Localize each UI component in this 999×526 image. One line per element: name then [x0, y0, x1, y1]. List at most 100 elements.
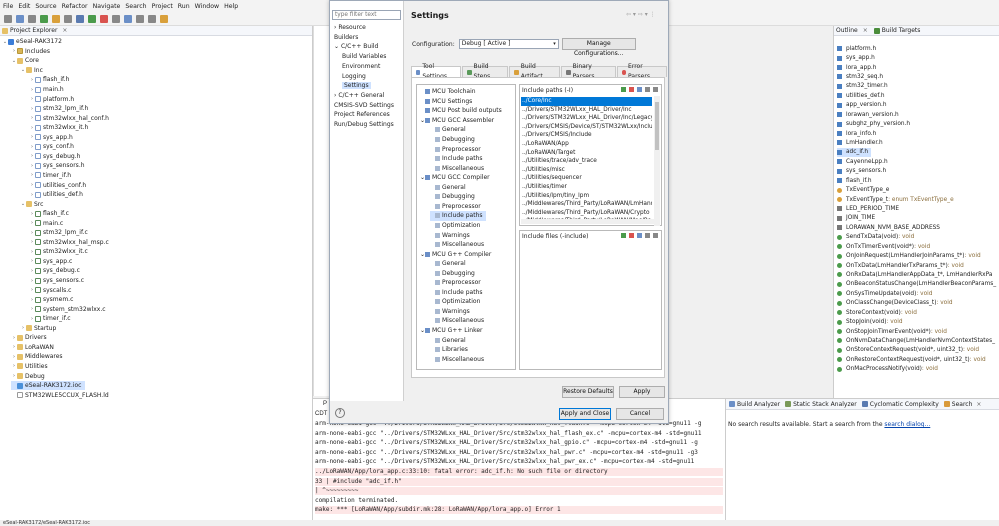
tree-item[interactable]: ⌄ Inc — [20, 66, 43, 76]
move-up-icon[interactable] — [645, 87, 650, 92]
tool-option-item[interactable]: ⌄ MCU G++ Compiler — [420, 249, 491, 259]
outline-item[interactable]: JOIN_TIME — [837, 214, 875, 223]
tree-item[interactable]: › sysmem.c — [29, 295, 73, 305]
tool-option-item[interactable]: Include paths — [430, 288, 483, 298]
tree-item[interactable]: › sys_debug.h — [29, 152, 80, 162]
chevron-down-icon[interactable]: ⌄ — [334, 43, 341, 50]
nav-item-run-debug-settings[interactable]: Run/Debug Settings — [334, 121, 394, 128]
tool-option-item[interactable]: General — [430, 335, 466, 345]
menu-help[interactable]: Help — [224, 3, 238, 10]
outline-item[interactable]: StopJoin(void) : void — [837, 317, 903, 326]
outline-item[interactable]: OnBeaconStatusChange(LmHandlerBeaconPara… — [837, 280, 996, 289]
tool-option-item[interactable]: Debugging — [430, 135, 475, 145]
outline-item[interactable]: flash_if.h — [837, 176, 872, 185]
tree-item[interactable]: › utilities_conf.h — [29, 180, 86, 190]
move-down-icon[interactable] — [653, 87, 658, 92]
tree-item[interactable]: › sys_app.c — [29, 257, 72, 267]
tool-option-item[interactable]: Miscellaneous — [430, 163, 484, 173]
tree-item[interactable]: › syscalls.c — [29, 285, 71, 295]
tool-option-item[interactable]: Miscellaneous — [430, 354, 484, 364]
outline-item[interactable]: StoreContext(void) : void — [837, 308, 917, 317]
outline-item[interactable]: utilities_def.h — [837, 91, 885, 100]
tree-item[interactable]: › flash_if.h — [29, 75, 69, 85]
tab-binary-parsers[interactable]: Binary Parsers — [561, 63, 616, 80]
nav-item-build-variables[interactable]: Build Variables — [342, 53, 386, 60]
tab-search[interactable]: Search — [952, 401, 973, 408]
tool-option-item[interactable]: Warnings — [430, 307, 470, 317]
nav-item-project-references[interactable]: Project References — [334, 111, 390, 118]
tree-item[interactable]: › stm32wlxx_it.h — [29, 123, 88, 133]
tool-option-item[interactable]: ⌄ MCU GCC Assembler — [420, 116, 494, 126]
console-tab[interactable]: P — [323, 400, 327, 408]
tree-item[interactable]: › Includes — [11, 47, 50, 57]
menu-window[interactable]: Window — [195, 3, 219, 10]
tool-option-item[interactable]: Libraries — [430, 345, 468, 355]
tree-item[interactable]: › stm32wlxx_it.c — [29, 247, 88, 257]
outline-item[interactable]: CayenneLpp.h — [837, 157, 888, 166]
tool-option-item[interactable]: Preprocessor — [430, 202, 481, 212]
include-path-item[interactable]: ../Drivers/STM32WLxx_HAL_Driver/Inc/Lega… — [521, 114, 652, 123]
tool-option-item[interactable]: Miscellaneous — [430, 240, 484, 250]
toolbar-button[interactable] — [148, 15, 156, 23]
include-path-item[interactable]: ../Utilities/lpm/tiny_lpm — [521, 192, 652, 201]
toolbar-button[interactable] — [160, 15, 168, 23]
nav-item-cmsis-svd-settings[interactable]: CMSIS-SVD Settings — [334, 102, 394, 109]
outline-item[interactable]: OnJoinRequest(LmHandlerJoinParams_t*) : … — [837, 251, 981, 260]
outline-item[interactable]: LmHandler.h — [837, 138, 883, 147]
outline-item[interactable]: SendTxData(void) : void — [837, 233, 914, 242]
outline-item[interactable]: OnRxData(LmHandlerAppData_t*, LmHandlerR… — [837, 270, 992, 279]
include-path-item[interactable]: ../Utilities/misc — [521, 166, 652, 175]
tree-item[interactable]: ⌄ Core — [11, 56, 39, 66]
tool-option-item[interactable]: Warnings — [430, 230, 470, 240]
tree-item[interactable]: › stm32wlxx_hal_msp.c — [29, 238, 109, 248]
tree-item[interactable]: › flash_if.c — [29, 209, 69, 219]
outline-item[interactable]: TxEventType_t : enum TxEventType_e — [837, 195, 954, 204]
tree-item[interactable]: › sys_sensors.c — [29, 276, 84, 286]
tree-item[interactable]: ⌄ eSeal-RAK3172 — [2, 37, 62, 47]
nav-item-environment[interactable]: Environment — [342, 63, 380, 70]
outline-item[interactable]: OnTxData(LmHandlerTxParams_t*) : void — [837, 261, 964, 270]
toolbar-button[interactable] — [4, 15, 12, 23]
scrollbar-thumb[interactable] — [655, 102, 659, 150]
nav-item-resource[interactable]: › Resource — [334, 24, 366, 31]
apply-and-close-button[interactable]: Apply and Close — [559, 408, 611, 420]
tab-cyclomatic-complexity[interactable]: Cyclomatic Complexity — [870, 401, 939, 408]
tab-outline[interactable]: Outline — [836, 27, 858, 34]
add-icon[interactable] — [621, 233, 626, 238]
tool-option-item[interactable]: Include paths — [430, 154, 483, 164]
outline-item[interactable]: OnRestoreContextRequest(void*, uint32_t)… — [837, 355, 986, 364]
outline-item[interactable]: lora_info.h — [837, 129, 876, 138]
edit-icon[interactable] — [637, 87, 642, 92]
tool-option-item[interactable]: General — [430, 125, 466, 135]
nav-item-c-c-general[interactable]: › C/C++ General — [334, 92, 384, 99]
nav-arrows-icon[interactable]: ⇦ ▾ ⇨ ▾ ⋮ — [626, 11, 656, 18]
toolbar-button[interactable] — [100, 15, 108, 23]
tree-item[interactable]: › utilities_def.h — [29, 190, 83, 200]
tool-option-item[interactable]: Preprocessor — [430, 278, 481, 288]
toolbar-button[interactable] — [16, 15, 24, 23]
tab-error-parsers[interactable]: Error Parsers — [616, 63, 667, 80]
menu-file[interactable]: File — [3, 3, 13, 10]
tool-option-item[interactable]: Debugging — [430, 192, 475, 202]
outline-item[interactable]: OnMacProcessNotify(void) : void — [837, 365, 938, 374]
tool-option-item[interactable]: MCU Toolchain — [420, 87, 476, 97]
close-icon[interactable]: × — [62, 27, 67, 34]
include-path-item[interactable]: ../LoRaWAN/Target — [521, 149, 652, 158]
outline-item[interactable]: OnStoreContextRequest(void*, uint32_t) :… — [837, 346, 979, 355]
tab-build-targets[interactable]: Build Targets — [882, 27, 921, 34]
tree-item[interactable]: › sys_app.h — [29, 133, 73, 143]
nav-item-c-c-build[interactable]: ⌄ C/C++ Build — [334, 43, 378, 50]
toolbar-button[interactable] — [64, 15, 72, 23]
toolbar-button[interactable] — [124, 15, 132, 23]
include-path-item[interactable]: ../Middlewares/Third_Party/LoRaWAN/Crypt… — [521, 209, 652, 218]
tool-option-item[interactable]: General — [430, 183, 466, 193]
menu-search[interactable]: Search — [125, 3, 146, 10]
tool-option-item[interactable]: Optimization — [430, 297, 480, 307]
tree-item[interactable]: › sys_conf.h — [29, 142, 74, 152]
menu-run[interactable]: Run — [178, 3, 190, 10]
configuration-select[interactable]: Debug [ Active ] ▾ — [458, 39, 559, 49]
tool-option-item[interactable]: ⌄ MCU G++ Linker — [420, 326, 483, 336]
include-path-item[interactable]: ../Drivers/STM32WLxx_HAL_Driver/Inc — [521, 106, 652, 115]
tab-tool-settings[interactable]: Tool Settings — [411, 63, 462, 80]
menu-refactor[interactable]: Refactor — [62, 3, 88, 10]
